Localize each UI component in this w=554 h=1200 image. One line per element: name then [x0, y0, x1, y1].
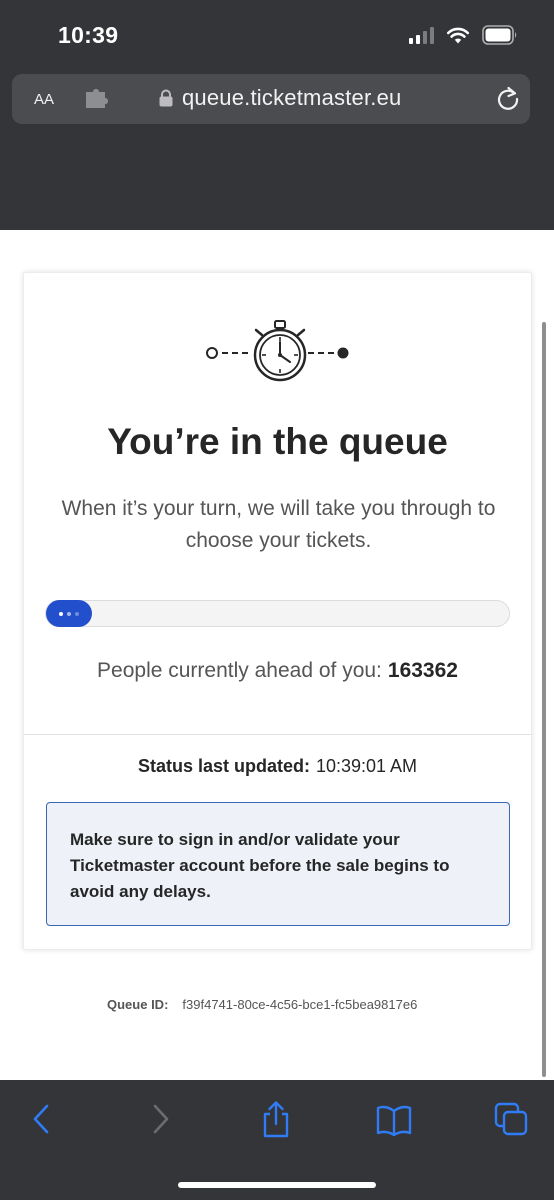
queue-timer-icon: [206, 320, 349, 382]
queue-progress-bar: [45, 600, 510, 627]
bookmarks-icon[interactable]: [376, 1100, 412, 1138]
queue-card: You’re in the queue When it’s your turn,…: [23, 272, 532, 950]
aa-label: AA: [34, 91, 55, 108]
lock-icon: [159, 89, 173, 107]
queue-id: Queue ID: f39f4741-80ce-4c56-bce1-fc5bea9…: [107, 997, 417, 1012]
home-indicator: [178, 1182, 376, 1188]
url-text[interactable]: queue.ticketmaster.eu: [182, 85, 401, 111]
battery-icon: [482, 25, 517, 45]
address-bar[interactable]: AA queue.ticketmaster.eu: [12, 74, 530, 124]
forward-icon[interactable]: [142, 1100, 178, 1138]
status-last-updated: Status last updated: 10:39:01 AM: [24, 756, 531, 777]
cellular-signal-icon: [409, 26, 434, 44]
people-ahead-label: People currently ahead of you:: [97, 659, 382, 682]
reload-icon[interactable]: [494, 85, 522, 113]
people-ahead-line: People currently ahead of you: 163362: [24, 659, 531, 683]
page-content: You’re in the queue When it’s your turn,…: [0, 230, 554, 1080]
status-time: 10:39: [58, 22, 119, 48]
share-icon[interactable]: [258, 1100, 294, 1138]
queue-id-label: Queue ID:: [107, 997, 169, 1012]
queue-subtitle: When it’s your turn, we will take you th…: [61, 497, 496, 552]
status-time-value: 10:39:01 AM: [315, 756, 418, 776]
wifi-icon: [446, 27, 470, 44]
card-divider: [24, 734, 531, 735]
tabs-icon[interactable]: [494, 1100, 530, 1138]
sign-in-notice: Make sure to sign in and/or validate you…: [46, 802, 510, 926]
status-label: Status last updated:: [137, 756, 310, 776]
page-scrollbar[interactable]: [542, 322, 546, 1077]
status-icons: [409, 25, 518, 45]
queue-title: You’re in the queue: [107, 421, 448, 462]
browser-top-chrome: 10:39 AA queue.ticketmaster.eu: [0, 0, 554, 230]
people-ahead-count: 163362: [387, 659, 458, 682]
extension-puzzle-icon[interactable]: [85, 89, 109, 109]
queue-id-value: f39f4741-80ce-4c56-bce1-fc5bea9817e6: [182, 997, 418, 1012]
back-icon[interactable]: [24, 1100, 60, 1138]
reader-text-size-button[interactable]: AA: [34, 86, 54, 110]
queue-progress-fill: [46, 600, 93, 627]
